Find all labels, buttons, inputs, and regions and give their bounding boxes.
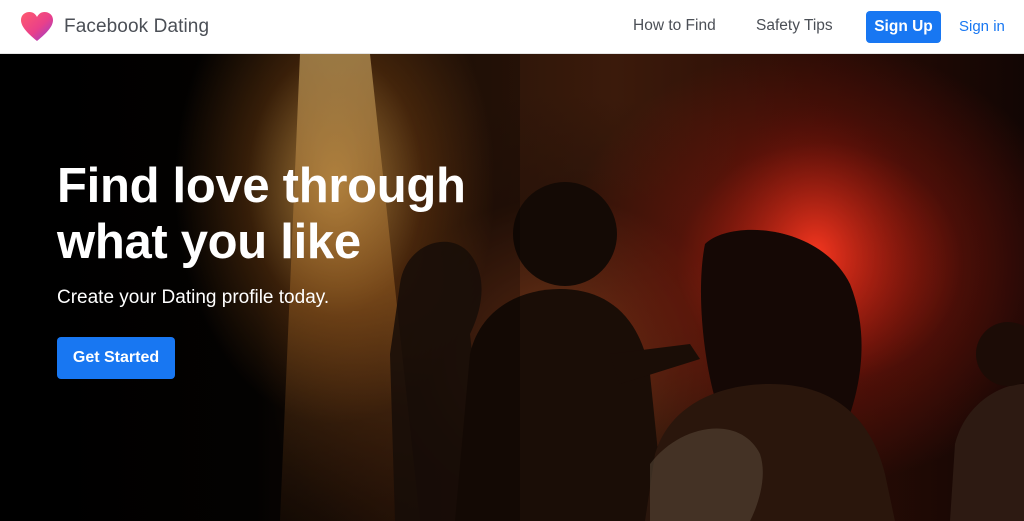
sign-in-link[interactable]: Sign in: [959, 18, 1005, 35]
get-started-button[interactable]: Get Started: [57, 337, 175, 379]
hero-headline-line1: Find love through: [57, 159, 466, 213]
brand-link[interactable]: Facebook Dating: [20, 10, 209, 44]
hero-headline-line2: what you like: [57, 215, 361, 269]
brand-name: Facebook Dating: [64, 16, 210, 37]
hero-section: Find love through what you like Create y…: [0, 54, 1024, 521]
nav-safety-tips[interactable]: Safety Tips: [756, 17, 833, 35]
sign-up-button[interactable]: Sign Up: [866, 11, 941, 43]
hero-headline: Find love through what you like: [57, 158, 537, 270]
heart-logo-icon: [21, 12, 53, 41]
top-header: Facebook Dating How to Find Safety Tips …: [0, 0, 1024, 54]
hero-subheadline: Create your Dating profile today.: [57, 287, 330, 308]
nav-how-to-find[interactable]: How to Find: [633, 17, 716, 35]
